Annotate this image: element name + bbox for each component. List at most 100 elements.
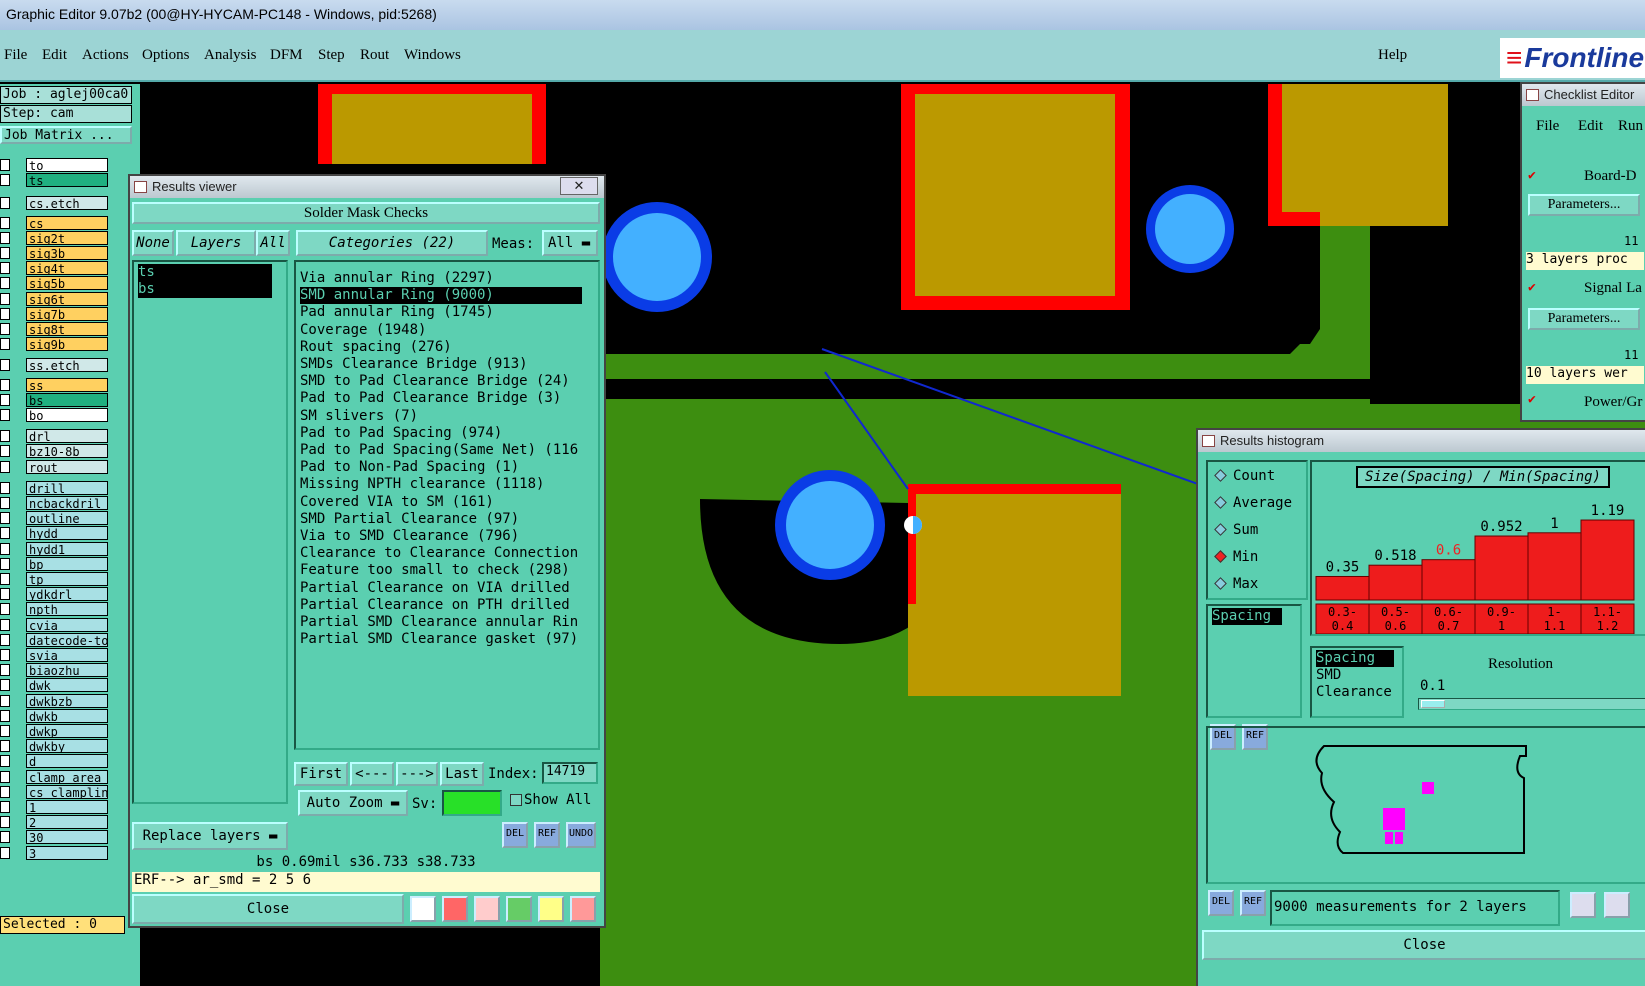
layer-checkbox[interactable] bbox=[0, 603, 10, 616]
layer-item[interactable]: npth bbox=[26, 602, 108, 617]
first-button[interactable]: First bbox=[294, 762, 348, 786]
meas-select[interactable]: All ▬ bbox=[542, 230, 598, 256]
histogram-bar[interactable] bbox=[1580, 519, 1635, 601]
layer-checkbox[interactable] bbox=[0, 573, 10, 585]
layer-checkbox[interactable] bbox=[0, 174, 10, 187]
layer-item[interactable]: sig7b bbox=[26, 306, 108, 321]
replace-layers-select[interactable]: Replace layers ▬ bbox=[132, 822, 288, 850]
layer-checkbox[interactable] bbox=[0, 307, 10, 320]
layer-item[interactable]: to bbox=[26, 158, 108, 172]
category-item[interactable]: Missing NPTH clearance (1118) bbox=[300, 476, 544, 493]
menu-help[interactable]: Help bbox=[1378, 47, 1407, 64]
layer-checkbox[interactable] bbox=[0, 694, 10, 707]
category-item[interactable]: Partial Clearance on VIA drilled bbox=[300, 580, 570, 597]
category-list[interactable]: Via annular Ring (2297) SMD annular Ring … bbox=[294, 260, 600, 750]
layer-item[interactable]: dwkb bbox=[26, 708, 108, 723]
resolution-slider[interactable] bbox=[1418, 698, 1645, 710]
print-icon[interactable] bbox=[1604, 892, 1630, 918]
category-item[interactable]: SMD to Pad Clearance Bridge (24) bbox=[300, 373, 570, 390]
menu-windows[interactable]: Windows bbox=[404, 47, 461, 64]
layer-item[interactable]: outline bbox=[26, 511, 108, 526]
histogram-bar[interactable] bbox=[1368, 564, 1423, 601]
category-item[interactable]: SMD Partial Clearance (97) bbox=[300, 511, 519, 528]
category-item[interactable]: SMDs Clearance Bridge (913) bbox=[300, 356, 528, 373]
layer-item[interactable]: sig9b bbox=[26, 337, 108, 352]
layer-item[interactable]: ncbackdril bbox=[26, 496, 108, 510]
category-item[interactable]: Via annular Ring (2297) bbox=[300, 270, 494, 287]
layer-item[interactable]: sig5b bbox=[26, 276, 108, 291]
signal-check-icon[interactable]: ✔ bbox=[1528, 280, 1536, 295]
layer-item[interactable]: ss.etch bbox=[26, 358, 108, 373]
layer-checkbox[interactable] bbox=[0, 430, 10, 443]
close-icon[interactable]: ✕ bbox=[560, 177, 598, 195]
layer-item[interactable]: 2 bbox=[26, 815, 108, 830]
parameters-button-2[interactable]: Parameters... bbox=[1528, 308, 1640, 330]
layer-checkbox[interactable] bbox=[0, 785, 10, 798]
job-matrix-button[interactable]: Job Matrix ... bbox=[0, 126, 132, 144]
layer-checkbox[interactable] bbox=[0, 277, 10, 290]
menu-options[interactable]: Options bbox=[142, 47, 190, 64]
layer-checkbox[interactable] bbox=[0, 197, 10, 210]
layer-item[interactable]: cs_clampline bbox=[26, 784, 108, 799]
power-check-icon[interactable]: ✔ bbox=[1528, 392, 1536, 407]
layer-item[interactable]: cs bbox=[26, 215, 108, 230]
measure-clearance[interactable]: Clearance bbox=[1316, 684, 1392, 701]
category-item[interactable]: Partial SMD Clearance gasket (97) bbox=[300, 631, 578, 648]
layer-item[interactable]: datecode-to bbox=[26, 632, 108, 647]
highlight-icon[interactable] bbox=[410, 896, 436, 922]
del-button[interactable]: DEL bbox=[502, 822, 528, 848]
histogram-bar[interactable] bbox=[1474, 535, 1529, 601]
layer-checkbox[interactable] bbox=[0, 755, 10, 768]
layer-checkbox[interactable] bbox=[0, 709, 10, 722]
checklist-menu-run[interactable]: Run bbox=[1618, 118, 1643, 135]
board-overview[interactable] bbox=[1206, 726, 1645, 884]
layer-item[interactable]: sig8t bbox=[26, 322, 108, 336]
delete-marker-icon[interactable] bbox=[474, 896, 500, 922]
layer-checkbox[interactable] bbox=[0, 445, 10, 458]
layer-checkbox[interactable] bbox=[0, 618, 10, 631]
layer-checkbox[interactable] bbox=[0, 323, 10, 335]
resolution-slider-thumb[interactable] bbox=[1421, 700, 1445, 708]
board-check-icon[interactable]: ✔ bbox=[1528, 168, 1536, 183]
export-icon[interactable] bbox=[1570, 892, 1596, 918]
layer-checkbox[interactable] bbox=[0, 816, 10, 829]
categories-button[interactable]: Categories (22) bbox=[296, 230, 488, 256]
layer-checkbox[interactable] bbox=[0, 664, 10, 677]
histogram-close-button[interactable]: Close bbox=[1202, 930, 1645, 960]
category-item[interactable]: Partial Clearance on PTH drilled bbox=[300, 597, 570, 614]
layer-item[interactable]: ydkdrl bbox=[26, 587, 108, 602]
category-item[interactable]: Pad to Pad Spacing(Same Net) (116 bbox=[300, 442, 578, 459]
layer-checkbox[interactable] bbox=[0, 542, 10, 555]
layer-item[interactable]: drill bbox=[26, 480, 108, 495]
layer-item[interactable]: sig6t bbox=[26, 291, 108, 306]
histogram-bar[interactable] bbox=[1315, 575, 1370, 601]
solder-mask-checks-header[interactable]: Solder Mask Checks bbox=[132, 202, 600, 224]
last-button[interactable]: Last bbox=[440, 762, 484, 786]
all-button[interactable]: All bbox=[256, 230, 290, 256]
layer-item[interactable]: 3 bbox=[26, 845, 108, 860]
checklist-menu-edit[interactable]: Edit bbox=[1578, 118, 1603, 135]
param-list[interactable]: Spacing bbox=[1206, 604, 1302, 718]
layer-item[interactable]: drl bbox=[26, 429, 108, 444]
layer-checkbox[interactable] bbox=[0, 247, 10, 259]
histogram-bar[interactable] bbox=[1421, 559, 1476, 601]
layer-checkbox[interactable] bbox=[0, 512, 10, 525]
checklist-menu-file[interactable]: File bbox=[1536, 118, 1559, 135]
layer-item[interactable]: svia bbox=[26, 648, 108, 662]
layer-item[interactable]: dwkp bbox=[26, 724, 108, 738]
measure-list[interactable]: Spacing SMD Clearance bbox=[1310, 646, 1404, 718]
layer-checkbox[interactable] bbox=[0, 231, 10, 244]
layer-item[interactable]: dwkby bbox=[26, 739, 108, 754]
layer-checkbox[interactable] bbox=[0, 216, 10, 229]
histogram-icon[interactable] bbox=[570, 896, 596, 922]
histogram-bar[interactable] bbox=[1527, 532, 1582, 601]
layer-item[interactable]: ss bbox=[26, 377, 108, 392]
undo-button[interactable]: UNDO bbox=[566, 822, 596, 848]
option-min[interactable]: Min bbox=[1214, 549, 1258, 565]
layer-checkbox[interactable] bbox=[0, 725, 10, 737]
category-item[interactable]: SM slivers (7) bbox=[300, 408, 418, 425]
prev-button[interactable]: <--- bbox=[350, 762, 394, 786]
layer-checkbox[interactable] bbox=[0, 359, 10, 372]
measure-icon[interactable] bbox=[506, 896, 532, 922]
sv-color-select[interactable] bbox=[442, 790, 502, 816]
